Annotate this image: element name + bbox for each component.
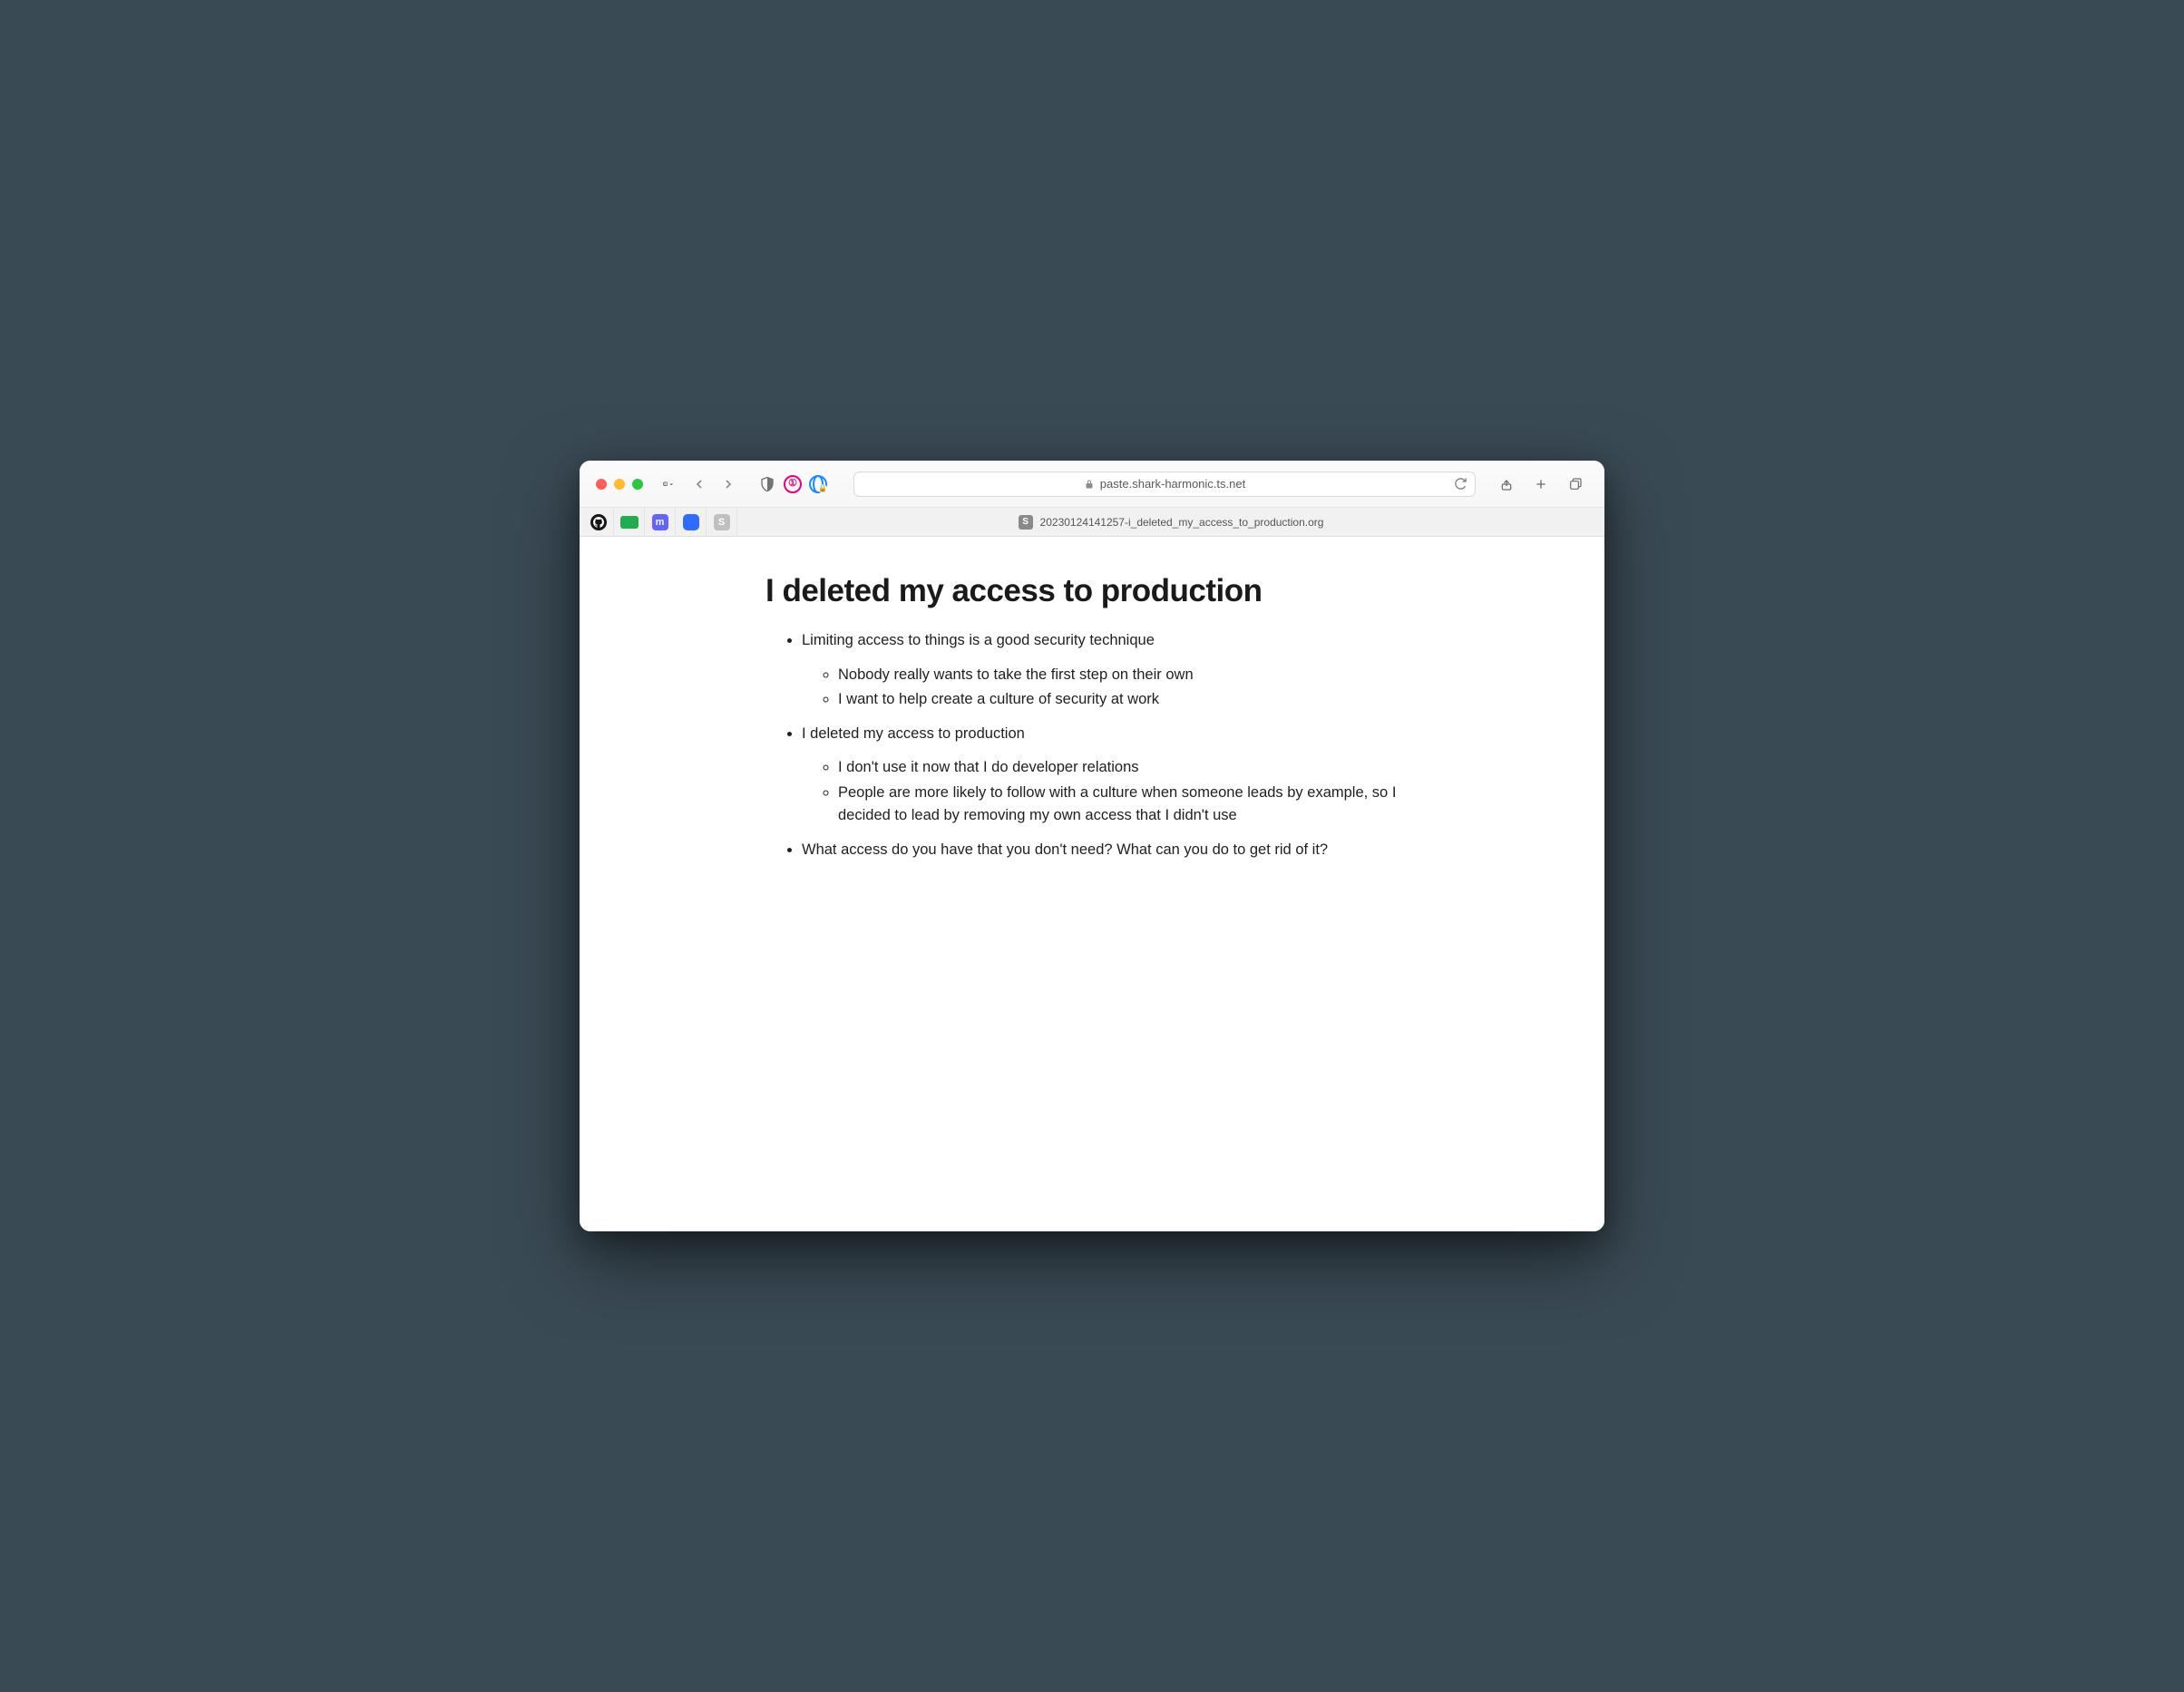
tab-title: 20230124141257-i_deleted_my_access_to_pr… xyxy=(1040,516,1324,529)
privacy-shield-button[interactable] xyxy=(757,474,777,494)
share-button[interactable] xyxy=(1494,472,1519,496)
forward-button[interactable] xyxy=(716,472,741,496)
reload-button[interactable] xyxy=(1454,477,1467,491)
address-content: paste.shark-harmonic.ts.net xyxy=(1084,477,1245,491)
grey-square-icon: S xyxy=(714,514,730,530)
list-item-text: Limiting access to things is a good secu… xyxy=(802,632,1155,648)
sidebar-icon xyxy=(663,481,668,486)
navigation-arrows xyxy=(687,472,741,496)
browser-window: ① 🔒 paste.shark-harmonic.ts.net xyxy=(580,461,1604,1231)
favorite-github[interactable] xyxy=(583,508,614,537)
list-item: What access do you have that you don't n… xyxy=(802,839,1419,862)
favorites-strip: m S xyxy=(580,508,737,536)
list-item: I don't use it now that I do developer r… xyxy=(838,756,1419,780)
list-item: Limiting access to things is a good secu… xyxy=(802,629,1419,712)
window-controls xyxy=(596,479,643,490)
active-tab[interactable]: S 20230124141257-i_deleted_my_access_to_… xyxy=(737,508,1604,536)
sidebar-toggle-button[interactable] xyxy=(663,480,674,489)
list-item: People are more likely to follow with a … xyxy=(838,782,1419,828)
chevron-left-icon xyxy=(692,477,707,491)
chevron-down-icon xyxy=(669,480,674,489)
mastodon-icon: m xyxy=(652,514,668,530)
toolbar: ① 🔒 paste.shark-harmonic.ts.net xyxy=(580,461,1604,508)
sub-list: I don't use it now that I do developer r… xyxy=(802,756,1419,828)
tab-overview-button[interactable] xyxy=(1563,472,1588,496)
shield-icon xyxy=(759,476,775,492)
list-item-text: I deleted my access to production xyxy=(802,725,1025,742)
onepassword-icon: ① xyxy=(784,475,802,493)
tailscale-extension-button[interactable]: 🔒 xyxy=(808,474,828,494)
blue-square-icon xyxy=(683,514,699,530)
tab-bar: m S S 20230124141257-i_deleted_my_access… xyxy=(580,508,1604,537)
favorite-mastodon[interactable]: m xyxy=(645,508,676,537)
chevron-right-icon xyxy=(721,477,736,491)
sub-list: Nobody really wants to take the first st… xyxy=(802,664,1419,712)
maximize-window-button[interactable] xyxy=(632,479,643,490)
right-toolbar-actions xyxy=(1494,472,1588,496)
green-icon xyxy=(620,516,639,529)
bullet-list: Limiting access to things is a good secu… xyxy=(765,629,1419,862)
plus-icon xyxy=(1534,477,1548,491)
favorite-green[interactable] xyxy=(614,508,645,537)
lock-icon xyxy=(1084,479,1095,490)
list-item: I deleted my access to production I don'… xyxy=(802,723,1419,828)
new-tab-button[interactable] xyxy=(1528,472,1554,496)
list-item: I want to help create a culture of secur… xyxy=(838,688,1419,712)
tab-favicon: S xyxy=(1019,515,1033,530)
onepassword-extension-button[interactable]: ① xyxy=(783,474,803,494)
favorite-grey[interactable]: S xyxy=(707,508,737,537)
article: I deleted my access to production Limiti… xyxy=(747,537,1437,880)
extension-icons: ① 🔒 xyxy=(757,474,828,494)
close-window-button[interactable] xyxy=(596,479,607,490)
share-icon xyxy=(1499,477,1514,491)
url-text: paste.shark-harmonic.ts.net xyxy=(1100,477,1245,491)
back-button[interactable] xyxy=(687,472,712,496)
tabs-icon xyxy=(1568,477,1583,491)
minimize-window-button[interactable] xyxy=(614,479,625,490)
github-icon xyxy=(590,514,607,530)
favorite-blue[interactable] xyxy=(676,508,707,537)
globe-lock-icon: 🔒 xyxy=(809,475,827,493)
list-item: Nobody really wants to take the first st… xyxy=(838,664,1419,687)
address-bar[interactable]: paste.shark-harmonic.ts.net xyxy=(853,472,1476,497)
page-viewport[interactable]: I deleted my access to production Limiti… xyxy=(580,537,1604,1231)
page-title: I deleted my access to production xyxy=(765,573,1419,609)
